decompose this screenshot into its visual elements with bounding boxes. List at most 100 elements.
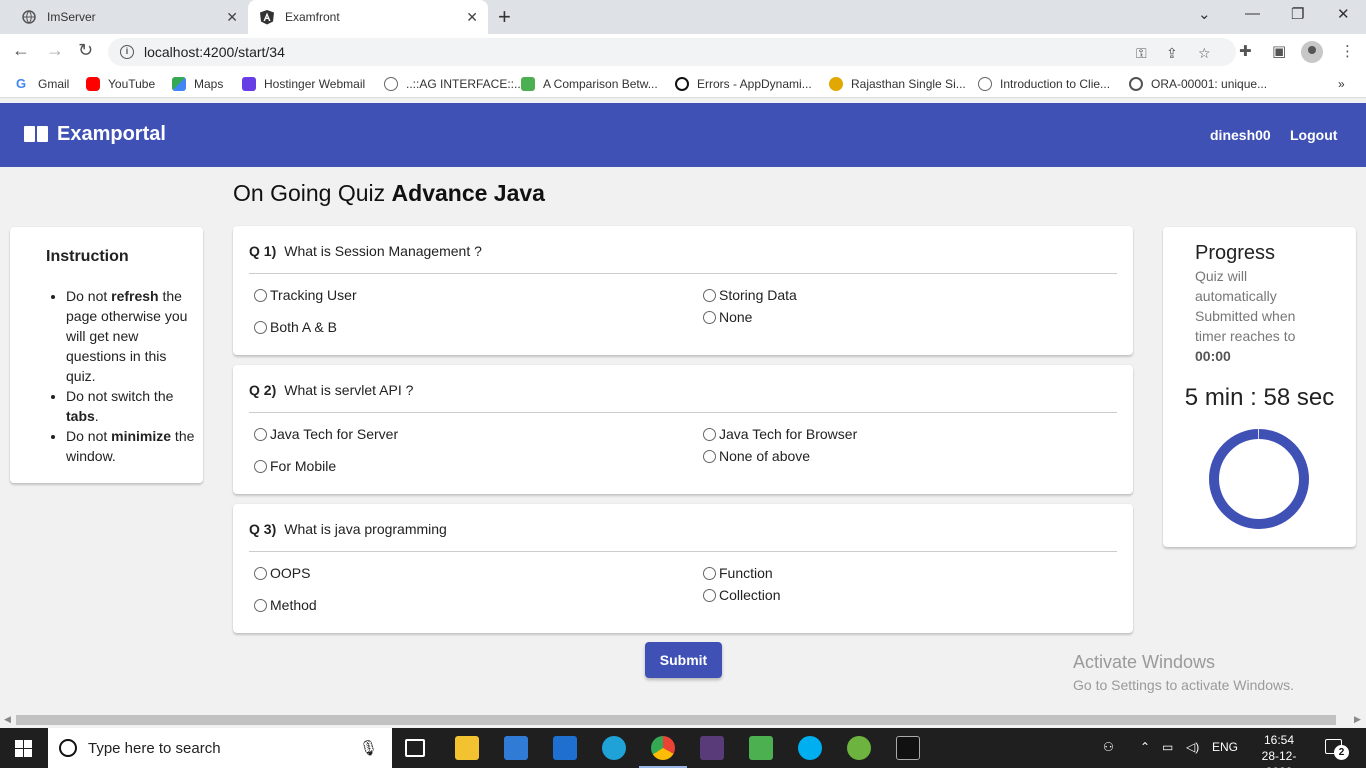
option-radio[interactable]: Java Tech for Server [254, 426, 398, 442]
radio-icon[interactable] [703, 310, 716, 324]
logout-link[interactable]: Logout [1290, 127, 1337, 143]
mail-icon[interactable] [553, 736, 577, 760]
network-icon[interactable]: ▭ [1162, 740, 1173, 754]
radio-icon[interactable] [254, 459, 267, 473]
doc-icon [521, 77, 535, 91]
bookmark-ora[interactable]: ORA-00001: unique... [1129, 77, 1267, 91]
close-tab-icon[interactable]: ✕ [466, 9, 478, 26]
tab-search-icon[interactable]: ⌄ [1198, 5, 1211, 23]
question-text: Q 1) What is Session Management ? [249, 243, 482, 259]
taskbar-clock[interactable]: 16:54 28-12-2022 [1258, 732, 1300, 768]
scrollbar-thumb[interactable] [16, 715, 1336, 725]
task-view-icon[interactable] [405, 739, 425, 757]
profile-avatar-icon[interactable] [1301, 41, 1323, 63]
radio-icon[interactable] [254, 427, 267, 441]
terminal-icon[interactable] [896, 736, 920, 760]
new-tab-icon[interactable]: + [498, 4, 511, 30]
option-radio[interactable]: Both A & B [254, 319, 337, 335]
globe-icon [384, 77, 398, 91]
url-text[interactable]: localhost:4200/start/34 [144, 44, 285, 60]
option-radio[interactable]: Storing Data [703, 287, 797, 303]
option-radio[interactable]: Collection [703, 587, 780, 603]
bookmark-introduction[interactable]: Introduction to Clie... [978, 77, 1110, 91]
option-radio[interactable]: Method [254, 597, 317, 613]
appdynamics-icon [675, 77, 689, 91]
radio-icon[interactable] [254, 566, 267, 580]
question-text: Q 2) What is servlet API ? [249, 382, 414, 398]
option-radio[interactable]: Tracking User [254, 287, 357, 303]
option-radio[interactable]: OOPS [254, 565, 310, 581]
option-radio[interactable]: Java Tech for Browser [703, 426, 857, 442]
reload-icon[interactable]: ↻ [78, 40, 93, 61]
restore-icon[interactable]: ❐ [1291, 5, 1304, 23]
share-icon[interactable]: ⇪ [1166, 45, 1178, 62]
scroll-right-icon[interactable]: ▶ [1354, 714, 1361, 725]
submit-button[interactable]: Submit [645, 642, 722, 678]
bookmark-hostinger[interactable]: Hostinger Webmail [242, 77, 365, 91]
option-radio[interactable]: None of above [703, 448, 810, 464]
option-radio[interactable]: For Mobile [254, 458, 336, 474]
forward-icon[interactable]: → [46, 40, 64, 61]
close-tab-icon[interactable]: ✕ [226, 9, 238, 26]
option-radio[interactable]: None [703, 309, 752, 325]
radio-icon[interactable] [703, 449, 716, 463]
chevron-up-icon[interactable]: ⌃ [1140, 740, 1150, 754]
radio-icon[interactable] [254, 320, 267, 334]
bookmarks-bar: G Gmail YouTube Maps Hostinger Webmail .… [0, 70, 1366, 98]
bookmark-rajasthan[interactable]: Rajasthan Single Si... [829, 77, 966, 91]
menu-icon[interactable]: ⋮ [1340, 42, 1355, 60]
star-icon[interactable]: ☆ [1198, 45, 1211, 62]
chrome-icon[interactable] [639, 736, 687, 768]
app-header: Examportal dinesh00 Logout [0, 103, 1366, 167]
info-icon[interactable]: i [120, 45, 134, 59]
close-window-icon[interactable]: ✕ [1337, 5, 1350, 23]
divider [249, 273, 1117, 274]
file-explorer-icon[interactable] [455, 736, 479, 760]
radio-icon[interactable] [703, 427, 716, 441]
google-icon: G [16, 76, 27, 91]
hostinger-icon [242, 77, 256, 91]
quiz-name: Advance Java [391, 180, 545, 206]
extensions-icon[interactable]: ✚ [1239, 42, 1252, 60]
bookmark-maps[interactable]: Maps [172, 77, 223, 91]
radio-icon[interactable] [703, 288, 716, 302]
option-radio[interactable]: Function [703, 565, 773, 581]
radio-icon[interactable] [254, 288, 267, 302]
skype-icon[interactable] [798, 736, 822, 760]
username-link[interactable]: dinesh00 [1210, 127, 1271, 143]
language-indicator[interactable]: ENG [1212, 740, 1238, 754]
key-icon[interactable]: ⚿ [1136, 45, 1147, 62]
taskbar-search[interactable]: Type here to search 🎙 [48, 728, 392, 768]
radio-icon[interactable] [703, 588, 716, 602]
notepad-icon[interactable] [749, 736, 773, 760]
horizontal-scrollbar[interactable]: ◀ ▶ [0, 712, 1366, 728]
bookmark-appdynamics[interactable]: Errors - AppDynami... [675, 77, 812, 91]
book-icon [24, 125, 48, 144]
sidepanel-icon[interactable]: ▣ [1272, 42, 1286, 60]
windows-start-icon[interactable] [15, 740, 32, 757]
people-icon[interactable]: ⚇ [1103, 740, 1114, 754]
tab-imserver[interactable]: ImServer ✕ [0, 0, 248, 34]
microphone-icon[interactable]: 🎙 [359, 739, 378, 757]
minimize-icon[interactable]: — [1245, 5, 1260, 22]
volume-icon[interactable]: ◁) [1186, 740, 1199, 754]
bookmark-youtube[interactable]: YouTube [86, 77, 155, 91]
radio-icon[interactable] [703, 566, 716, 580]
spring-icon[interactable] [847, 736, 871, 760]
tab-examfront[interactable]: Examfront ✕ [248, 0, 488, 34]
edge-icon[interactable] [602, 736, 626, 760]
bookmark-ag-interface[interactable]: ..::AG INTERFACE::.. [384, 77, 521, 91]
notification-icon[interactable]: 2 [1325, 739, 1349, 760]
app-icon[interactable] [700, 736, 724, 760]
bookmark-comparison[interactable]: A Comparison Betw... [521, 77, 658, 91]
radio-icon[interactable] [254, 598, 267, 612]
url-bar[interactable]: i localhost:4200/start/34 ⚿ ⇪ ☆ [108, 38, 1236, 66]
back-icon[interactable]: ← [12, 40, 30, 61]
brand[interactable]: Examportal [24, 123, 166, 146]
notification-count: 2 [1334, 745, 1349, 760]
store-icon[interactable] [504, 736, 528, 760]
scroll-left-icon[interactable]: ◀ [4, 714, 11, 725]
bookmark-gmail[interactable]: G Gmail [16, 76, 69, 92]
windows-taskbar: Type here to search 🎙 ⚇ ⌃ ▭ ◁) ENG 16:54… [0, 728, 1366, 768]
more-bookmarks-icon[interactable]: » [1338, 77, 1345, 91]
